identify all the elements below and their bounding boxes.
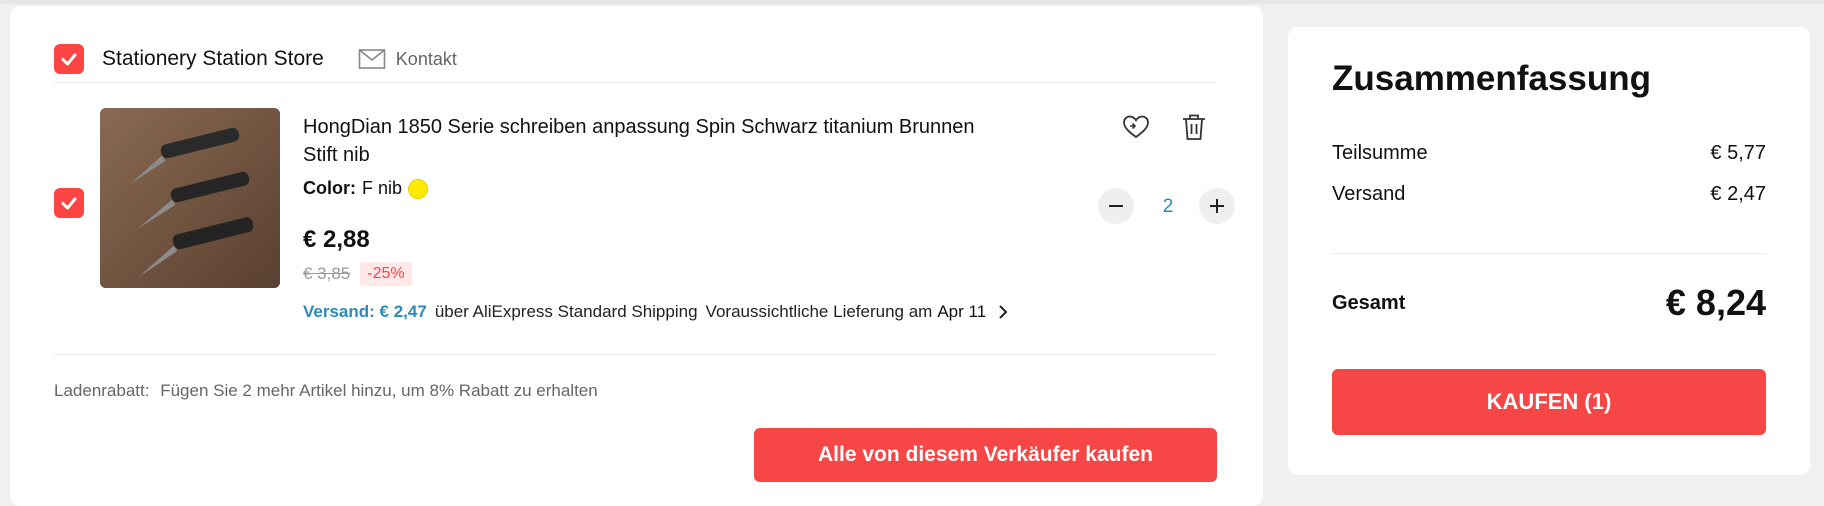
summary-title: Zusammenfassung: [1332, 59, 1651, 98]
check-icon: [61, 53, 77, 66]
promo-label: Ladenrabatt:: [54, 381, 150, 400]
subtotal-row: Teilsumme € 5,77: [1332, 142, 1766, 165]
color-value: F nib: [362, 178, 403, 198]
shipping-method: über AliExpress Standard Shipping: [434, 302, 698, 321]
store-checkbox[interactable]: [54, 44, 84, 74]
product-title[interactable]: HongDian 1850 Serie schreiben anpassung …: [303, 113, 1003, 169]
product-variant[interactable]: Color: F nib: [303, 178, 429, 199]
contact-label: Kontakt: [395, 48, 457, 69]
wishlist-icon: [1123, 115, 1149, 139]
subtotal-value: € 5,77: [1710, 142, 1766, 164]
shipping-info[interactable]: Versand: € 2,47 über AliExpress Standard…: [303, 302, 1012, 322]
total-row: Gesamt € 8,24: [1332, 282, 1766, 324]
delete-button[interactable]: [1177, 110, 1211, 144]
item-checkbox[interactable]: [54, 188, 84, 218]
color-label: Color:: [303, 178, 356, 198]
product-price: € 2,88: [303, 226, 370, 253]
quantity-increase-button[interactable]: [1199, 188, 1235, 224]
minus-icon: [1109, 205, 1123, 207]
order-summary: Zusammenfassung Teilsumme € 5,77 Versand…: [1288, 27, 1810, 475]
wishlist-button[interactable]: [1119, 110, 1153, 144]
color-swatch: [408, 178, 429, 199]
price-original-row: € 3,85 -25%: [303, 262, 412, 286]
promo-text: Fügen Sie 2 mehr Artikel hinzu, um 8% Ra…: [160, 381, 598, 400]
store-header: Stationery Station Store Kontakt: [54, 42, 457, 76]
subtotal-label: Teilsumme: [1332, 142, 1428, 164]
shipping-fee: Versand: € 2,47: [303, 302, 427, 321]
divider: [1332, 253, 1766, 254]
buy-button[interactable]: KAUFEN (1): [1332, 369, 1766, 435]
product-image[interactable]: [100, 108, 280, 288]
quantity-value[interactable]: 2: [1156, 196, 1180, 218]
store-name[interactable]: Stationery Station Store: [102, 47, 324, 71]
delivery-date: Apr 11: [937, 302, 987, 321]
shipping-value: € 2,47: [1710, 183, 1766, 205]
pen-nibs-picture: [100, 108, 280, 288]
total-label: Gesamt: [1332, 291, 1406, 314]
quantity-decrease-button[interactable]: [1098, 188, 1134, 224]
trash-icon: [1183, 114, 1205, 140]
divider: [54, 354, 1217, 355]
discount-badge: -25%: [360, 262, 412, 286]
total-value: € 8,24: [1665, 282, 1766, 323]
divider: [54, 82, 1217, 83]
contact-link[interactable]: Kontakt: [358, 48, 457, 70]
cart-card: Stationery Station Store Kontakt HongDia…: [10, 6, 1263, 506]
chevron-right-icon: [999, 305, 1008, 319]
check-icon: [61, 197, 77, 210]
buy-all-from-seller-button[interactable]: Alle von diesem Verkäufer kaufen: [754, 428, 1217, 482]
shipping-label: Versand: [1332, 183, 1406, 205]
plus-icon: [1210, 199, 1224, 213]
top-border: [0, 0, 1824, 4]
mail-icon: [358, 49, 386, 69]
store-discount-note: Ladenrabatt: Fügen Sie 2 mehr Artikel hi…: [54, 381, 598, 401]
delivery-label: Voraussichtliche Lieferung am: [705, 302, 933, 321]
shipping-row: Versand € 2,47: [1332, 183, 1766, 206]
original-price: € 3,85: [303, 264, 351, 283]
